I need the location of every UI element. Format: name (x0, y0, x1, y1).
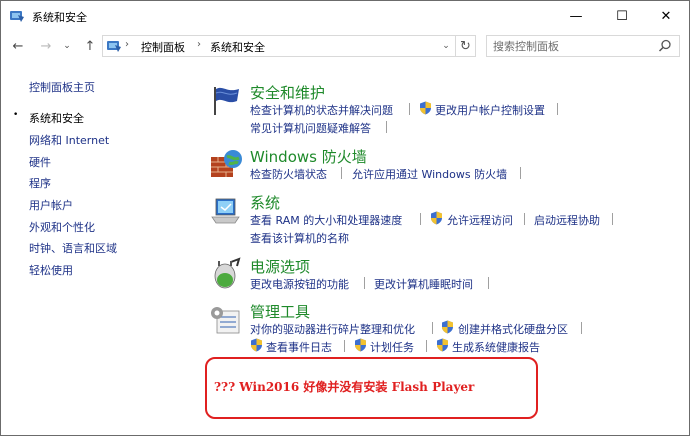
active-item-bullet-icon: • (13, 110, 19, 120)
close-button[interactable]: ✕ (643, 1, 689, 31)
control-panel-window: 系统和安全 — ☐ ✕ ← → ⌄ ↑ › 控制面板 › 系统和安全 ⌄ ↻ 搜… (0, 0, 690, 436)
administrative-tools-heading[interactable]: 管理工具 (250, 301, 310, 322)
allow-remote-access-link[interactable]: 允许远程访问 (447, 212, 513, 228)
troubleshoot-link[interactable]: 常见计算机问题疑难解答 (250, 120, 371, 136)
refresh-icon: ↻ (460, 38, 471, 54)
navigation-bar: ← → ⌄ ↑ › 控制面板 › 系统和安全 ⌄ ↻ (1, 31, 689, 61)
breadcrumb-chevron-icon: › (125, 39, 129, 50)
windows-firewall-heading[interactable]: Windows 防火墙 (250, 146, 367, 167)
breadcrumb-chevron-icon: › (197, 39, 201, 50)
maximize-button[interactable]: ☐ (599, 1, 645, 31)
breadcrumb-control-panel[interactable]: 控制面板 (141, 39, 185, 55)
uac-shield-icon (431, 211, 442, 225)
power-options-heading[interactable]: 电源选项 (250, 256, 310, 277)
uac-shield-icon (420, 101, 431, 115)
link-separator (488, 277, 489, 289)
uac-shield-icon (355, 338, 366, 352)
link-separator (520, 167, 521, 179)
sidebar-item-user-accounts[interactable]: 用户帐户 (29, 197, 73, 213)
title-bar: 系统和安全 — ☐ ✕ (1, 1, 689, 31)
sidebar-item-clock-language[interactable]: 时钟、语言和区域 (29, 240, 117, 256)
system-heading[interactable]: 系统 (250, 192, 280, 213)
link-separator (386, 121, 387, 133)
system-computer-icon[interactable] (209, 193, 243, 227)
link-separator (557, 103, 558, 115)
breadcrumb-system-security[interactable]: 系统和安全 (210, 39, 265, 55)
close-icon: ✕ (660, 8, 672, 24)
search-icon[interactable] (657, 38, 673, 54)
sidebar-item-system-security[interactable]: 系统和安全 (29, 110, 84, 126)
create-format-partitions-link[interactable]: 创建并格式化硬盘分区 (458, 321, 568, 337)
link-separator (581, 322, 582, 334)
arrow-left-icon: ← (12, 38, 24, 54)
defragment-drives-link[interactable]: 对你的驱动器进行碎片整理和优化 (250, 321, 415, 337)
view-computer-name-link[interactable]: 查看该计算机的名称 (250, 230, 349, 246)
admin-tools-icon[interactable] (209, 303, 243, 337)
window-title: 系统和安全 (32, 11, 87, 24)
forward-button[interactable]: → (37, 37, 55, 55)
link-separator (420, 213, 421, 225)
recent-locations-button[interactable]: ⌄ (61, 37, 73, 55)
link-separator (426, 340, 427, 352)
power-options-icon[interactable] (209, 257, 243, 291)
link-separator (344, 340, 345, 352)
security-flag-icon[interactable] (209, 83, 243, 117)
check-firewall-status-link[interactable]: 检查防火墙状态 (250, 166, 327, 182)
uac-shield-icon (437, 338, 448, 352)
sidebar-item-ease-of-access[interactable]: 轻松使用 (29, 262, 73, 278)
link-separator (364, 277, 365, 289)
up-button[interactable]: ↑ (81, 37, 99, 55)
arrow-up-icon: ↑ (84, 38, 96, 54)
firewall-icon[interactable] (209, 147, 243, 181)
allow-app-through-firewall-link[interactable]: 允许应用通过 Windows 防火墙 (352, 166, 507, 182)
search-input[interactable] (487, 36, 655, 56)
annotation-text: ??? Win2016 好像并没有安装 Flash Player (214, 380, 475, 394)
chevron-down-icon: ⌄ (442, 41, 450, 51)
change-power-button-link[interactable]: 更改电源按钮的功能 (250, 276, 349, 292)
view-ram-processor-link[interactable]: 查看 RAM 的大小和处理器速度 (250, 212, 402, 228)
link-separator (612, 213, 613, 225)
link-separator (409, 103, 410, 115)
sidebar-item-appearance[interactable]: 外观和个性化 (29, 219, 95, 235)
check-status-link[interactable]: 检查计算机的状态并解决问题 (250, 102, 393, 118)
change-uac-settings-link[interactable]: 更改用户帐户控制设置 (435, 102, 545, 118)
minimize-button[interactable]: — (553, 1, 599, 31)
address-history-button[interactable]: ⌄ (437, 36, 455, 56)
launch-remote-assistance-link[interactable]: 启动远程协助 (534, 212, 600, 228)
link-separator (432, 322, 433, 334)
view-event-logs-link[interactable]: 查看事件日志 (266, 339, 332, 355)
arrow-right-icon: → (40, 38, 52, 54)
sidebar-item-hardware[interactable]: 硬件 (29, 154, 51, 170)
link-separator (524, 213, 525, 225)
minimize-icon: — (569, 8, 583, 24)
search-box (486, 35, 680, 57)
uac-shield-icon (442, 320, 453, 334)
maximize-icon: ☐ (616, 8, 628, 24)
sidebar-item-programs[interactable]: 程序 (29, 175, 51, 191)
control-panel-icon (10, 11, 24, 22)
uac-shield-icon (251, 338, 262, 352)
security-maintenance-heading[interactable]: 安全和维护 (250, 82, 325, 103)
control-panel-icon (107, 41, 121, 52)
address-bar[interactable]: › 控制面板 › 系统和安全 ⌄ ↻ (102, 35, 476, 57)
change-sleep-time-link[interactable]: 更改计算机睡眠时间 (374, 276, 473, 292)
generate-health-report-link[interactable]: 生成系统健康报告 (452, 339, 540, 355)
schedule-tasks-link[interactable]: 计划任务 (370, 339, 414, 355)
chevron-down-icon: ⌄ (63, 41, 71, 51)
back-button[interactable]: ← (9, 37, 27, 55)
link-separator (341, 167, 342, 179)
sidebar-item-network[interactable]: 网络和 Internet (29, 132, 109, 148)
refresh-button[interactable]: ↻ (455, 36, 475, 56)
control-panel-home-link[interactable]: 控制面板主页 (29, 79, 95, 95)
